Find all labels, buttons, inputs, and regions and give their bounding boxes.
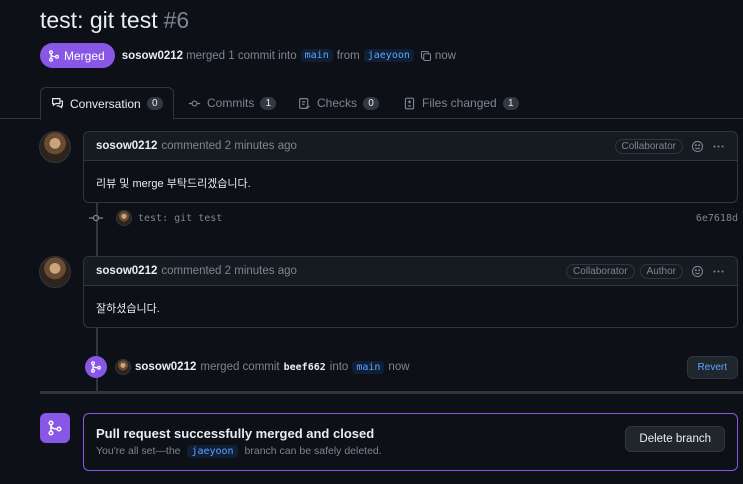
merge-status-branch[interactable]: jaeyoon: [187, 445, 238, 458]
tab-files-changed-count: 1: [502, 96, 519, 110]
merge-event-text: merged commit: [200, 361, 280, 373]
tab-conversation[interactable]: Conversation 0: [40, 87, 174, 120]
comment-author-link[interactable]: sosow0212: [96, 140, 157, 152]
merge-author-link[interactable]: sosow0212: [135, 361, 196, 373]
merge-commit-sha-link[interactable]: beef662: [284, 362, 326, 373]
comment-discussion-icon: [51, 97, 64, 110]
merge-status-box: Pull request successfully merged and clo…: [83, 413, 738, 471]
pr-author-link[interactable]: sosow0212: [122, 50, 183, 62]
file-diff-icon: [403, 97, 416, 110]
from-text: from: [336, 49, 360, 62]
merge-base-branch-link[interactable]: main: [352, 360, 385, 374]
merge-event-row: sosow0212 merged commit beef662 into mai…: [85, 355, 738, 379]
merge-status-sub-before: You're all set—the: [96, 445, 181, 457]
author-badge: Author: [639, 263, 683, 279]
commit-message-link[interactable]: test: git test: [138, 213, 222, 224]
merge-event-time: now: [388, 361, 410, 373]
revert-button[interactable]: Revert: [686, 355, 738, 379]
base-branch-link[interactable]: main: [300, 49, 333, 62]
avatar[interactable]: [39, 256, 71, 288]
collaborator-badge: Collaborator: [566, 263, 635, 279]
merged-text: merged 1 commit into: [186, 49, 297, 62]
avatar[interactable]: [116, 210, 132, 226]
comment-body: 잘하셨습니다.: [96, 303, 160, 315]
pr-time: now: [434, 49, 456, 62]
checklist-icon: [298, 97, 311, 110]
avatar[interactable]: [39, 131, 71, 163]
comment-card: sosow0212 commented 2 minutes ago Collab…: [83, 256, 738, 328]
git-merge-icon: [40, 413, 70, 443]
tab-files-changed-label: Files changed: [422, 96, 497, 110]
merged-state-badge: Merged: [40, 43, 115, 68]
avatar[interactable]: [115, 359, 131, 375]
kebab-horizontal-icon[interactable]: [712, 140, 725, 153]
merge-status-sub-after: branch can be safely deleted.: [244, 445, 382, 457]
tab-files-changed[interactable]: Files changed 1: [403, 87, 519, 119]
git-commit-icon: [188, 97, 201, 110]
comment-meta: commented 2 minutes ago: [161, 265, 297, 277]
tab-checks[interactable]: Checks 0: [298, 87, 380, 119]
git-commit-icon: [88, 210, 104, 226]
tab-conversation-count: 0: [146, 97, 163, 110]
tab-commits-count: 1: [260, 96, 277, 110]
tab-checks-label: Checks: [317, 96, 358, 110]
pr-title: test: git test #6: [40, 7, 189, 34]
comment-body: 리뷰 및 merge 부탁드리겠습니다.: [96, 178, 251, 190]
comment-header: sosow0212 commented 2 minutes ago Collab…: [84, 132, 737, 161]
comment-author-link[interactable]: sosow0212: [96, 265, 157, 277]
merged-state-label: Merged: [64, 48, 105, 63]
pr-title-text: test: git test: [40, 7, 158, 33]
tab-commits-label: Commits: [207, 96, 255, 110]
pr-tabs: Conversation 0 Commits 1 Checks 0 Files …: [0, 87, 743, 120]
git-merge-icon: [48, 49, 60, 62]
pr-state-row: Merged sosow0212 merged 1 commit into ma…: [40, 43, 456, 68]
comment-meta: commented 2 minutes ago: [161, 140, 297, 152]
smiley-icon[interactable]: [691, 265, 704, 278]
tab-commits[interactable]: Commits 1: [188, 87, 277, 119]
kebab-horizontal-icon[interactable]: [712, 265, 725, 278]
pr-number: #6: [163, 7, 190, 33]
smiley-icon[interactable]: [691, 140, 704, 153]
timeline-divider: [40, 391, 743, 394]
head-branch-link[interactable]: jaeyoon: [363, 49, 414, 62]
copy-icon[interactable]: [420, 50, 432, 62]
merge-into-text: into: [329, 361, 349, 373]
delete-branch-button[interactable]: Delete branch: [625, 426, 725, 452]
tab-checks-count: 0: [363, 96, 380, 110]
commit-sha-link[interactable]: 6e7618d: [696, 213, 738, 224]
commit-row: test: git test 6e7618d: [88, 208, 738, 228]
comment-card: sosow0212 commented 2 minutes ago Collab…: [83, 131, 738, 203]
tab-conversation-label: Conversation: [70, 96, 141, 111]
comment-header: sosow0212 commented 2 minutes ago Collab…: [84, 257, 737, 286]
collaborator-badge: Collaborator: [614, 138, 683, 154]
git-merge-icon: [85, 356, 107, 378]
